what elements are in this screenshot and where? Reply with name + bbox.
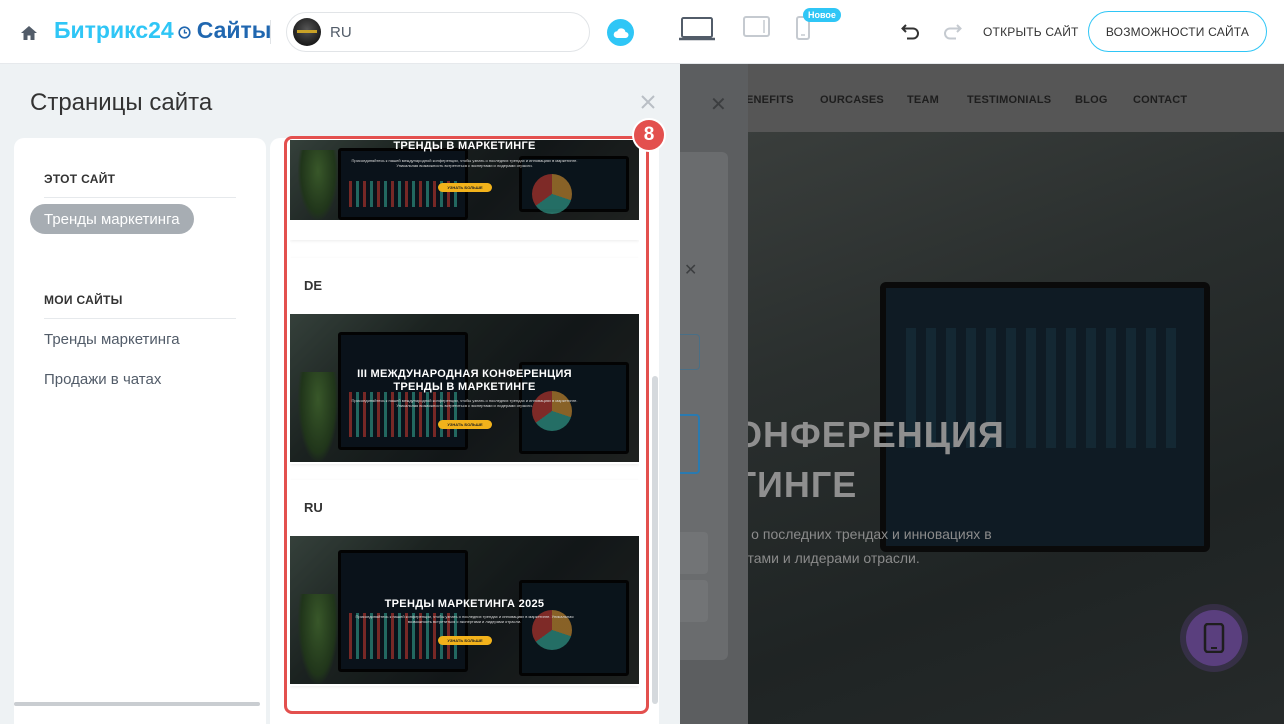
page-card-de[interactable]: DE III МЕЖДУНАРОДНАЯ КОНФЕРЕНЦИЯ ТРЕНДЫ … bbox=[290, 258, 639, 464]
preview-nav-item: OURCASES bbox=[820, 94, 884, 106]
desktop-view-icon[interactable] bbox=[678, 16, 716, 47]
site-features-button[interactable]: ВОЗМОЖНОСТИ САЙТА bbox=[1088, 11, 1267, 52]
preview-nav-item: BLOG bbox=[1075, 94, 1108, 106]
thumbnail-button: УЗНАТЬ БОЛЬШЕ bbox=[438, 183, 492, 192]
page-thumbnail: III МЕЖДУНАРОДНАЯ КОНФЕРЕНЦИЯ ТРЕНДЫ В М… bbox=[290, 314, 639, 462]
divider bbox=[44, 197, 236, 198]
page-card-label: DE bbox=[304, 278, 323, 293]
sites-navigation: ЭТОТ САЙТ Тренды маркетинга МОИ САЙТЫ Тр… bbox=[14, 138, 266, 724]
page-thumbnail: ТРЕНДЫ В МАРКЕТИНГЕ Присоединяйтесь к на… bbox=[290, 140, 639, 220]
new-badge: Новое bbox=[803, 8, 841, 22]
thumbnail-subtitle: Присоединяйтесь к нашей конференции, что… bbox=[355, 614, 574, 624]
my-sites-item[interactable]: Продажи в чатах bbox=[44, 371, 161, 388]
language-select[interactable]: RU bbox=[286, 12, 590, 52]
preview-hero-line-2: ТИНГЕ bbox=[734, 464, 858, 505]
page-card-label: RU bbox=[304, 500, 323, 515]
tablet-view-icon[interactable] bbox=[743, 16, 770, 43]
logo-sites-text: Сайты bbox=[196, 17, 272, 43]
logo-main-text: Битрикс24 bbox=[54, 17, 174, 43]
preview-text-line-1: ь о последних трендах и инновациях в bbox=[740, 526, 992, 542]
preview-nav: ENEFITS OURCASES TEAM TESTIMONIALS BLOG … bbox=[680, 64, 1284, 132]
site-favicon-icon bbox=[293, 18, 321, 46]
preview-nav-item: TEAM bbox=[907, 94, 939, 106]
logo: Битрикс24 Сайты bbox=[54, 17, 271, 44]
my-sites-item[interactable]: Тренды маркетинга bbox=[44, 331, 180, 348]
this-site-item[interactable]: Тренды маркетинга bbox=[30, 204, 194, 234]
horizontal-scrollbar[interactable] bbox=[14, 702, 260, 706]
page-card[interactable]: ТРЕНДЫ В МАРКЕТИНГЕ Присоединяйтесь к на… bbox=[290, 140, 639, 240]
open-site-link[interactable]: ОТКРЫТЬ САЙТ bbox=[983, 25, 1079, 39]
thumbnail-button: УЗНАТЬ БОЛЬШЕ bbox=[438, 636, 492, 645]
close-icon: ✕ bbox=[684, 262, 698, 279]
preview-text-line-2: ртами и лидерами отрасли. bbox=[740, 550, 920, 566]
callback-phone-button bbox=[1186, 610, 1242, 666]
thumbnail-title: III МЕЖДУНАРОДНАЯ КОНФЕРЕНЦИЯ ТРЕНДЫ В М… bbox=[357, 368, 572, 393]
preview-hero-line-1: ОНФЕРЕНЦИЯ bbox=[734, 414, 1005, 455]
close-icon: ✕ bbox=[710, 94, 727, 116]
close-icon[interactable] bbox=[640, 94, 656, 110]
thumbnail-button: УЗНАТЬ БОЛЬШЕ bbox=[438, 420, 492, 429]
this-site-heading: ЭТОТ САЙТ bbox=[44, 172, 116, 186]
thumbnail-subtitle: Присоединяйтесь к нашей международной ко… bbox=[351, 158, 578, 168]
undo-icon[interactable] bbox=[901, 22, 921, 45]
slider-title: Страницы сайта bbox=[30, 89, 213, 116]
page-card-ru[interactable]: RU ТРЕНДЫ МАРКЕТИНГА 2025 Присоединяйтес… bbox=[290, 480, 639, 686]
page-list: ТРЕНДЫ В МАРКЕТИНГЕ Присоединяйтесь к на… bbox=[290, 140, 639, 708]
logo-divider bbox=[270, 20, 271, 44]
my-sites-heading: МОИ САЙТЫ bbox=[44, 293, 123, 307]
cloud-save-button[interactable] bbox=[607, 19, 634, 46]
page-thumbnail: ТРЕНДЫ МАРКЕТИНГА 2025 Присоединяйтесь к… bbox=[290, 536, 639, 684]
divider bbox=[44, 318, 236, 319]
redo-icon[interactable] bbox=[942, 22, 962, 45]
step-badge: 8 bbox=[632, 118, 666, 152]
site-preview: ОНФЕРЕНЦИЯ ТИНГЕ ь о последних трендах и… bbox=[680, 64, 1284, 724]
thumbnail-title: ТРЕНДЫ В МАРКЕТИНГЕ bbox=[393, 140, 536, 152]
preview-nav-item: TESTIMONIALS bbox=[967, 94, 1052, 106]
cloud-icon bbox=[613, 27, 628, 38]
top-bar: Битрикс24 Сайты RU Новое ОТКРЫТЬ САЙТ ВО… bbox=[0, 0, 1284, 64]
home-icon[interactable] bbox=[20, 24, 38, 42]
clock-icon bbox=[178, 18, 191, 39]
thumbnail-subtitle: Присоединяйтесь к нашей международной ко… bbox=[351, 398, 578, 408]
page-list-scrollbar[interactable] bbox=[652, 376, 658, 704]
thumbnail-title: ТРЕНДЫ МАРКЕТИНГА 2025 bbox=[384, 598, 545, 610]
preview-nav-item: CONTACT bbox=[1133, 94, 1188, 106]
language-value: RU bbox=[330, 23, 352, 41]
phone-icon bbox=[1203, 623, 1225, 653]
preview-nav-item: ENEFITS bbox=[746, 94, 794, 106]
